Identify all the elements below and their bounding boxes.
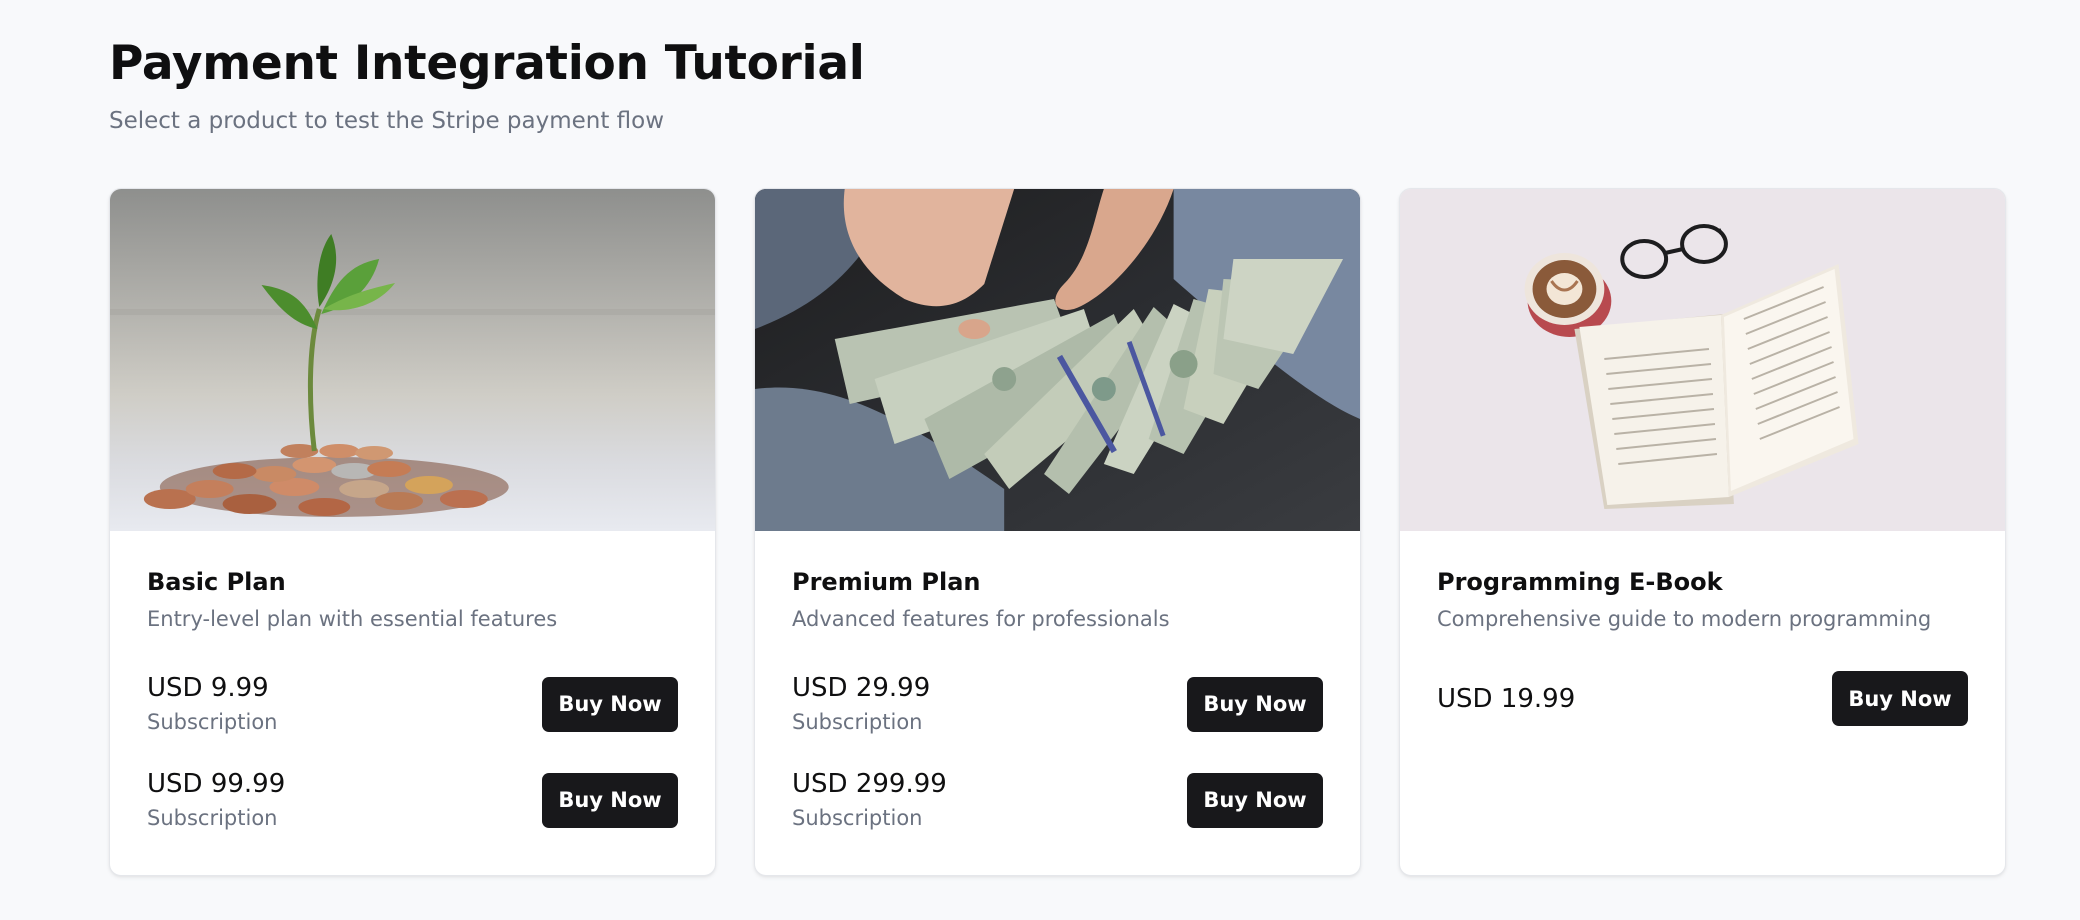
price-period: Subscription <box>792 806 923 830</box>
price-period: Subscription <box>147 710 278 734</box>
product-description: Entry-level plan with essential features <box>147 607 558 631</box>
product-card-programming-ebook: Programming E-Book Comprehensive guide t… <box>1399 188 2006 876</box>
buy-now-button[interactable]: Buy Now <box>1187 772 1323 828</box>
product-title: Programming E-Book <box>1437 568 1723 596</box>
product-card-basic-plan: Basic Plan Entry-level plan with essenti… <box>109 188 716 876</box>
product-card-premium-plan: Premium Plan Advanced features for profe… <box>754 188 1361 876</box>
page: Payment Integration Tutorial Select a pr… <box>0 0 2080 920</box>
page-subtitle: Select a product to test the Stripe paym… <box>109 108 665 134</box>
page-title: Payment Integration Tutorial <box>109 36 865 91</box>
price-option: USD 29.99 Subscription Buy Now <box>792 671 1323 737</box>
price-amount: USD 99.99 <box>147 769 286 799</box>
price-option: USD 19.99 Buy Now <box>1437 671 1968 726</box>
price-period: Subscription <box>792 710 923 734</box>
product-image-programming-ebook <box>1400 189 2005 531</box>
buy-now-button[interactable]: Buy Now <box>1187 676 1323 732</box>
price-option: USD 99.99 Subscription Buy Now <box>147 767 678 833</box>
price-amount: USD 299.99 <box>792 769 947 799</box>
price-option: USD 299.99 Subscription Buy Now <box>792 767 1323 833</box>
buy-now-button[interactable]: Buy Now <box>542 772 678 828</box>
buy-now-button[interactable]: Buy Now <box>1832 671 1968 726</box>
buy-now-button[interactable]: Buy Now <box>542 676 678 732</box>
product-image-premium-plan <box>755 189 1360 531</box>
price-option: USD 9.99 Subscription Buy Now <box>147 671 678 737</box>
product-description: Advanced features for professionals <box>792 607 1170 631</box>
product-image-basic-plan <box>110 189 715 531</box>
price-amount: USD 9.99 <box>147 673 269 703</box>
product-title: Premium Plan <box>792 568 981 596</box>
price-period: Subscription <box>147 806 278 830</box>
price-amount: USD 29.99 <box>792 673 931 703</box>
product-grid: Basic Plan Entry-level plan with essenti… <box>109 188 2006 876</box>
product-description: Comprehensive guide to modern programmin… <box>1437 607 1932 631</box>
product-title: Basic Plan <box>147 568 286 596</box>
price-amount: USD 19.99 <box>1437 683 1576 714</box>
